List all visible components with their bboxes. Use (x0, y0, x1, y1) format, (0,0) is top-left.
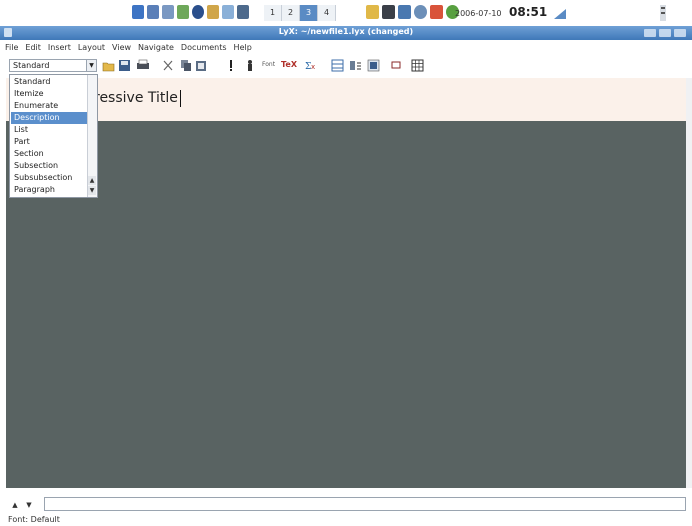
layout-option-part[interactable]: Part (11, 136, 88, 148)
menubar: File Edit Insert Layout View Navigate Do… (0, 40, 692, 54)
close-icon[interactable] (674, 29, 686, 37)
workspace-3[interactable]: 3 (300, 5, 318, 21)
gear-icon[interactable] (414, 5, 427, 19)
menu-help[interactable]: Help (234, 43, 252, 52)
document-title[interactable]: ressive Title (94, 90, 178, 106)
save-icon[interactable] (118, 59, 131, 72)
svg-text:x: x (311, 63, 315, 71)
scroll-up-icon[interactable]: ▲ (88, 176, 96, 185)
user-switch-icon[interactable] (658, 4, 668, 22)
layout-combo[interactable]: Standard ▼ (9, 59, 97, 72)
layout-option-list[interactable]: List (11, 124, 88, 136)
minimize-icon[interactable] (644, 29, 656, 37)
dropdown-scrollbar[interactable]: ▲ ▼ (87, 75, 97, 197)
terminal-icon[interactable] (147, 5, 159, 19)
system-tray (366, 5, 459, 19)
float-icon[interactable] (367, 59, 380, 72)
layout-option-paragraph[interactable]: Paragraph (11, 184, 88, 196)
minibuffer-history-buttons: ▲ ▼ (10, 500, 34, 510)
maximize-icon[interactable] (659, 29, 671, 37)
layout-combo-value: Standard (13, 61, 50, 70)
status-bar: Font: Default (8, 515, 60, 524)
app-icon[interactable] (398, 5, 411, 19)
history-down-icon[interactable]: ▼ (24, 500, 34, 510)
monitor-icon[interactable] (162, 5, 174, 19)
chart-icon[interactable] (207, 5, 219, 19)
tools-icon[interactable] (177, 5, 189, 19)
globe-icon[interactable] (192, 5, 204, 19)
window-titlebar[interactable]: LyX: ~/newfile1.lyx (changed) (0, 26, 692, 40)
layout-option-description[interactable]: Description (11, 112, 88, 124)
box-icon[interactable] (391, 59, 401, 72)
emphasis-icon[interactable] (228, 59, 234, 72)
workspace-2[interactable]: 2 (282, 5, 300, 21)
volume-icon[interactable] (553, 7, 567, 21)
history-up-icon[interactable]: ▲ (10, 500, 20, 510)
copy-icon[interactable] (180, 59, 192, 72)
layout-option-itemize[interactable]: Itemize (11, 88, 88, 100)
layout-dropdown-list[interactable]: Standard Itemize Enumerate Description L… (9, 74, 98, 198)
font-icon[interactable]: Font (262, 61, 275, 74)
menu-file[interactable]: File (5, 43, 18, 52)
network-icon[interactable] (222, 5, 234, 19)
menu-layout[interactable]: Layout (78, 43, 105, 52)
toolbar: Standard ▼ Font TeX Σx (0, 54, 692, 76)
insert-table-icon[interactable] (411, 59, 424, 72)
layout-option-subsubsection[interactable]: Subsubsection (11, 172, 88, 184)
camera-icon[interactable] (382, 5, 395, 19)
panel-clock[interactable]: 08:51 (509, 5, 547, 19)
noun-icon[interactable] (246, 59, 254, 72)
files-icon[interactable] (132, 5, 144, 19)
scroll-down-icon[interactable]: ▼ (88, 186, 96, 195)
math-icon[interactable]: Σx (304, 59, 318, 72)
cut-icon[interactable] (162, 59, 174, 72)
layout-option-enumerate[interactable]: Enumerate (11, 100, 88, 112)
window-title: LyX: ~/newfile1.lyx (changed) (278, 27, 414, 36)
vertical-scrollbar[interactable] (686, 78, 692, 488)
workspace-4[interactable]: 4 (318, 5, 336, 21)
menu-edit[interactable]: Edit (25, 43, 41, 52)
workspace-switcher[interactable]: 1 2 3 4 (264, 5, 336, 21)
figure-icon[interactable] (349, 59, 362, 72)
workspace-1[interactable]: 1 (264, 5, 282, 21)
system-panel: 1 2 3 4 2006-07-10 08:51 (0, 0, 692, 26)
layout-option-section[interactable]: Section (11, 148, 88, 160)
warning-icon[interactable] (430, 5, 443, 19)
document-workspace[interactable] (6, 121, 686, 488)
paste-icon[interactable] (195, 59, 208, 72)
launcher-icons[interactable] (132, 5, 249, 23)
menu-view[interactable]: View (112, 43, 131, 52)
menu-documents[interactable]: Documents (181, 43, 227, 52)
command-buffer-input[interactable] (44, 497, 686, 511)
tex-icon[interactable]: TeX (281, 60, 297, 73)
menu-insert[interactable]: Insert (48, 43, 71, 52)
clipboard-icon[interactable] (366, 5, 379, 19)
print-icon[interactable] (136, 59, 150, 72)
layout-option-standard[interactable]: Standard (11, 76, 88, 88)
text-cursor (180, 90, 181, 107)
open-icon[interactable] (102, 59, 115, 72)
table-icon[interactable] (331, 59, 344, 72)
chevron-down-icon[interactable]: ▼ (86, 60, 96, 71)
screen-icon[interactable] (237, 5, 249, 19)
window-controls (644, 29, 686, 37)
panel-date: 2006-07-10 (455, 9, 502, 18)
menu-navigate[interactable]: Navigate (138, 43, 174, 52)
layout-option-subsection[interactable]: Subsection (11, 160, 88, 172)
